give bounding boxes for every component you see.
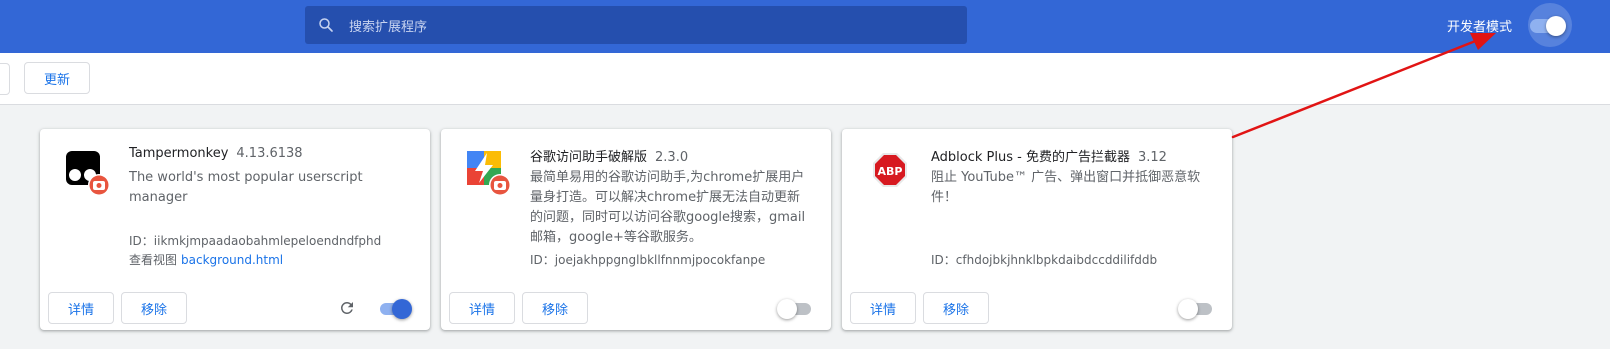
toolbar-button-partial[interactable] <box>0 63 10 95</box>
extension-version: 3.12 <box>1137 150 1167 165</box>
extension-title: Adblock Plus - 免费的广告拦截器 3.12 <box>931 146 1167 165</box>
extension-version: 2.3.0 <box>655 150 689 165</box>
toggle-knob <box>1178 299 1198 319</box>
details-button[interactable]: 详情 <box>48 292 114 324</box>
extension-card-google-helper: 谷歌访问助手破解版 2.3.0 最简单易用的谷歌访问助手,为chrome扩展用户量… <box>441 129 831 330</box>
search-box[interactable]: 搜索扩展程序 <box>305 6 967 44</box>
adblock-icon-text: ABP <box>878 165 903 178</box>
toolbar: 更新 <box>0 53 1610 105</box>
remove-button[interactable]: 移除 <box>522 292 588 324</box>
background-page-link[interactable]: background.html <box>181 253 283 267</box>
extension-card-adblock-plus: ABP Adblock Plus - 免费的广告拦截器 3.12 阻止 YouTu… <box>842 129 1232 330</box>
extension-description: 最简单易用的谷歌访问助手,为chrome扩展用户量身打造。可以解决chrome扩… <box>530 170 806 245</box>
toggle-knob <box>1546 16 1566 36</box>
adblock-plus-icon: ABP <box>873 153 907 187</box>
update-button[interactable]: 更新 <box>24 62 90 94</box>
developer-mode-label: 开发者模式 <box>1447 20 1513 35</box>
app-header: 搜索扩展程序 开发者模式 <box>0 0 1610 53</box>
reload-icon[interactable] <box>338 299 356 317</box>
extension-id: ID：joejakhppgnglbkllfnnmjpocokfanpe <box>530 253 766 267</box>
details-button[interactable]: 详情 <box>449 292 515 324</box>
search-input-placeholder[interactable]: 搜索扩展程序 <box>349 16 427 35</box>
extension-description: The world's most popular userscript mana… <box>129 170 363 205</box>
extension-description: 阻止 YouTube™ 广告、弹出窗口并抵御恶意软件！ <box>931 170 1201 205</box>
remove-button[interactable]: 移除 <box>121 292 187 324</box>
extension-id: ID：iikmkjmpaadaobahmlepeloendndfphd <box>129 234 382 248</box>
extension-title: Tampermonkey 4.13.6138 <box>129 146 303 161</box>
extension-title: 谷歌访问助手破解版 2.3.0 <box>530 146 688 165</box>
extension-name: Adblock Plus - 免费的广告拦截器 <box>931 150 1130 165</box>
extension-name: Tampermonkey <box>129 146 229 161</box>
inspect-views-label: 查看视图 <box>129 253 178 267</box>
details-button[interactable]: 详情 <box>850 292 916 324</box>
remove-button[interactable]: 移除 <box>923 292 989 324</box>
toggle-knob <box>777 299 797 319</box>
inspect-views: 查看视图 background.html <box>129 251 283 268</box>
tampermonkey-icon <box>66 151 110 196</box>
extension-name: 谷歌访问助手破解版 <box>530 150 648 165</box>
search-icon <box>319 18 333 32</box>
extension-id: ID：cfhdojbkjhnklbpkdaibdccddilifddb <box>931 253 1158 267</box>
extension-version: 4.13.6138 <box>236 146 303 161</box>
extension-card-tampermonkey: Tampermonkey 4.13.6138 The world's most p… <box>40 129 430 330</box>
google-helper-icon <box>467 151 511 196</box>
toggle-knob <box>392 299 412 319</box>
